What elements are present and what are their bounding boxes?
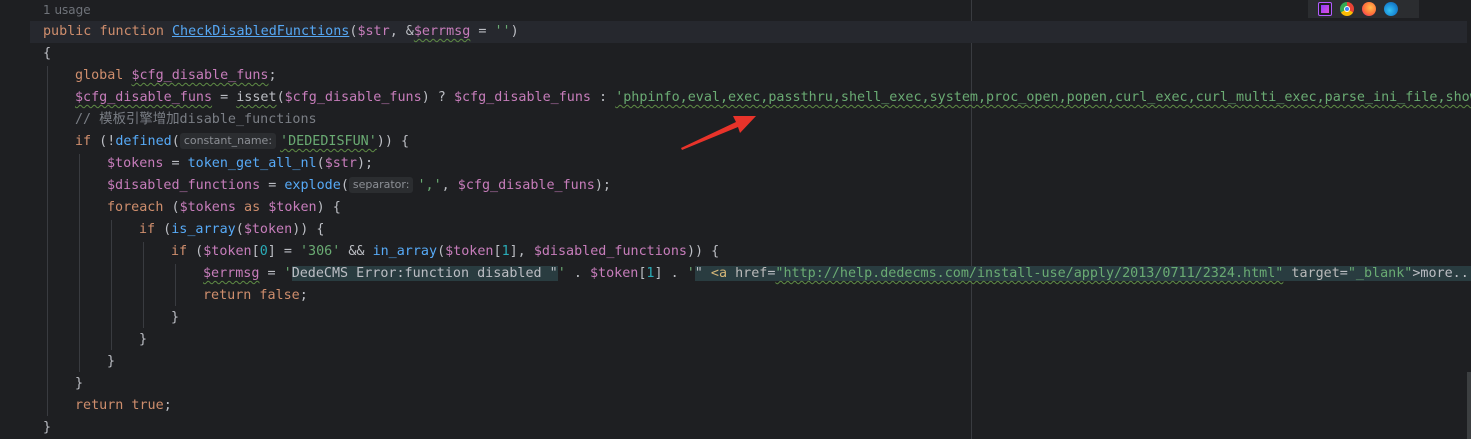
annotation-arrow <box>681 116 756 150</box>
arrow-shape <box>681 116 756 150</box>
